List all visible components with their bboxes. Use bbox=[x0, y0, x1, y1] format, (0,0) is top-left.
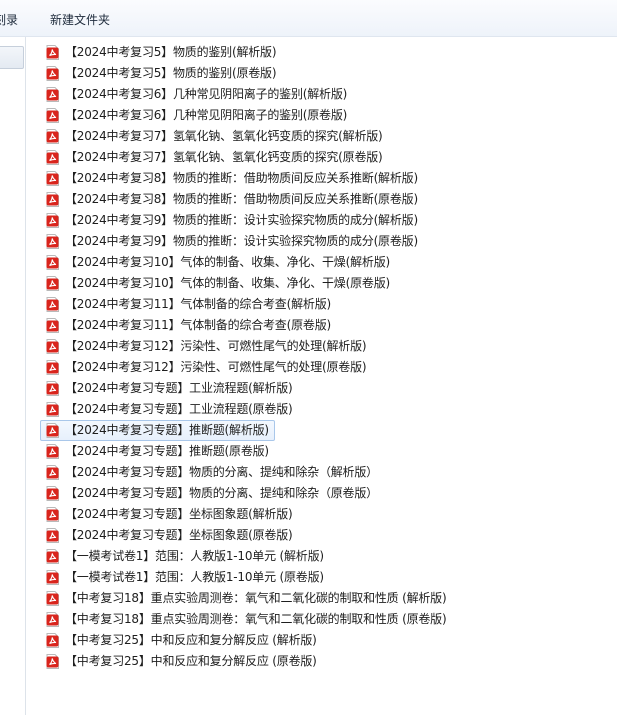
file-row[interactable]: 【2024中考复习专题】坐标图象题(原卷版) bbox=[40, 525, 610, 546]
file-row[interactable]: 【2024中考复习5】物质的鉴别(原卷版) bbox=[40, 63, 610, 84]
file-row[interactable]: 【2024中考复习10】气体的制备、收集、净化、干燥(解析版) bbox=[40, 252, 610, 273]
file-row[interactable]: 【中考复习18】重点实验周测卷：氧气和二氧化碳的制取和性质 (原卷版) bbox=[40, 609, 610, 630]
file-name: 【2024中考复习专题】推断题(原卷版) bbox=[65, 444, 269, 458]
file-name: 【中考复习25】中和反应和复分解反应 (解析版) bbox=[65, 633, 317, 647]
file-row[interactable]: 【2024中考复习8】物质的推断：借助物质间反应关系推断(解析版) bbox=[40, 168, 610, 189]
pdf-icon bbox=[46, 213, 59, 228]
burn-button[interactable]: 刻录 bbox=[0, 11, 18, 28]
file-name: 【2024中考复习专题】坐标图象题(解析版) bbox=[65, 507, 293, 521]
file-name: 【2024中考复习5】物质的鉴别(原卷版) bbox=[65, 66, 277, 80]
file-row[interactable]: 【2024中考复习7】氢氧化钠、氢氧化钙变质的探究(原卷版) bbox=[40, 147, 610, 168]
pdf-icon bbox=[46, 486, 59, 501]
file-row[interactable]: 【2024中考复习12】污染性、可燃性尾气的处理(原卷版) bbox=[40, 357, 610, 378]
pdf-icon bbox=[46, 423, 59, 438]
file-row[interactable]: 【2024中考复习9】物质的推断：设计实验探究物质的成分(原卷版) bbox=[40, 231, 610, 252]
file-name: 【2024中考复习10】气体的制备、收集、净化、干燥(原卷版) bbox=[65, 276, 390, 290]
file-name: 【2024中考复习专题】推断题(解析版) bbox=[65, 423, 269, 437]
pdf-icon bbox=[46, 465, 59, 480]
pdf-icon bbox=[46, 45, 59, 60]
new-folder-button[interactable]: 新建文件夹 bbox=[50, 11, 110, 28]
file-row[interactable]: 【2024中考复习10】气体的制备、收集、净化、干燥(原卷版) bbox=[40, 273, 610, 294]
file-row[interactable]: 【2024中考复习专题】推断题(解析版) bbox=[40, 420, 610, 441]
pdf-icon bbox=[46, 66, 59, 81]
file-name: 【一模考试卷1】范围：人教版1-10单元 (原卷版) bbox=[65, 570, 324, 584]
file-name: 【2024中考复习6】几种常见阴阳离子的鉴别(原卷版) bbox=[65, 108, 348, 122]
pdf-icon bbox=[46, 381, 59, 396]
file-name: 【2024中考复习9】物质的推断：设计实验探究物质的成分(解析版) bbox=[65, 213, 418, 227]
pdf-icon bbox=[46, 297, 59, 312]
pdf-icon bbox=[46, 87, 59, 102]
file-row[interactable]: 【2024中考复习专题】物质的分离、提纯和除杂（解析版） bbox=[40, 462, 610, 483]
file-name: 【2024中考复习7】氢氧化钠、氢氧化钙变质的探究(解析版) bbox=[65, 129, 383, 143]
file-row[interactable]: 【2024中考复习11】气体制备的综合考查(原卷版) bbox=[40, 315, 610, 336]
file-name: 【2024中考复习专题】坐标图象题(原卷版) bbox=[65, 528, 293, 542]
file-row[interactable]: 【2024中考复习9】物质的推断：设计实验探究物质的成分(解析版) bbox=[40, 210, 610, 231]
command-bar: 刻录 新建文件夹 bbox=[0, 0, 617, 37]
file-list: 【2024中考复习5】物质的鉴别(解析版) 【2024中考复习5】物质的鉴别(原卷… bbox=[40, 42, 610, 672]
file-row[interactable]: 【2024中考复习8】物质的推断：借助物质间反应关系推断(原卷版) bbox=[40, 189, 610, 210]
file-name: 【2024中考复习6】几种常见阴阳离子的鉴别(解析版) bbox=[65, 87, 348, 101]
pdf-icon bbox=[46, 234, 59, 249]
pdf-icon bbox=[46, 318, 59, 333]
file-row[interactable]: 【2024中考复习专题】物质的分离、提纯和除杂（原卷版） bbox=[40, 483, 610, 504]
pdf-icon bbox=[46, 150, 59, 165]
file-row[interactable]: 【2024中考复习11】气体制备的综合考查(解析版) bbox=[40, 294, 610, 315]
pdf-icon bbox=[46, 255, 59, 270]
file-name: 【2024中考复习11】气体制备的综合考查(解析版) bbox=[65, 297, 331, 311]
file-name: 【2024中考复习8】物质的推断：借助物质间反应关系推断(原卷版) bbox=[65, 192, 418, 206]
pdf-icon bbox=[46, 129, 59, 144]
pdf-icon bbox=[46, 654, 59, 669]
file-name: 【2024中考复习5】物质的鉴别(解析版) bbox=[65, 45, 277, 59]
file-row[interactable]: 【一模考试卷1】范围：人教版1-10单元 (解析版) bbox=[40, 546, 610, 567]
file-row[interactable]: 【2024中考复习5】物质的鉴别(解析版) bbox=[40, 42, 610, 63]
file-row[interactable]: 【2024中考复习专题】工业流程题(解析版) bbox=[40, 378, 610, 399]
file-row[interactable]: 【2024中考复习专题】工业流程题(原卷版) bbox=[40, 399, 610, 420]
pdf-icon bbox=[46, 276, 59, 291]
file-name: 【2024中考复习专题】物质的分离、提纯和除杂（原卷版） bbox=[65, 486, 378, 500]
file-name: 【2024中考复习7】氢氧化钠、氢氧化钙变质的探究(原卷版) bbox=[65, 150, 383, 164]
nav-selected-item[interactable] bbox=[0, 46, 24, 69]
file-row[interactable]: 【一模考试卷1】范围：人教版1-10单元 (原卷版) bbox=[40, 567, 610, 588]
pdf-icon bbox=[46, 507, 59, 522]
file-name: 【2024中考复习12】污染性、可燃性尾气的处理(原卷版) bbox=[65, 360, 367, 374]
file-row[interactable]: 【2024中考复习7】氢氧化钠、氢氧化钙变质的探究(解析版) bbox=[40, 126, 610, 147]
file-row[interactable]: 【2024中考复习专题】推断题(原卷版) bbox=[40, 441, 610, 462]
file-name: 【2024中考复习8】物质的推断：借助物质间反应关系推断(解析版) bbox=[65, 171, 418, 185]
file-row[interactable]: 【2024中考复习专题】坐标图象题(解析版) bbox=[40, 504, 610, 525]
file-name: 【2024中考复习专题】工业流程题(解析版) bbox=[65, 381, 293, 395]
pdf-icon bbox=[46, 570, 59, 585]
file-row[interactable]: 【中考复习25】中和反应和复分解反应 (解析版) bbox=[40, 630, 610, 651]
pdf-icon bbox=[46, 339, 59, 354]
pdf-icon bbox=[46, 171, 59, 186]
file-row[interactable]: 【2024中考复习12】污染性、可燃性尾气的处理(解析版) bbox=[40, 336, 610, 357]
file-name: 【2024中考复习专题】工业流程题(原卷版) bbox=[65, 402, 293, 416]
file-row[interactable]: 【2024中考复习6】几种常见阴阳离子的鉴别(解析版) bbox=[40, 84, 610, 105]
pdf-icon bbox=[46, 549, 59, 564]
pdf-icon bbox=[46, 591, 59, 606]
file-name: 【2024中考复习9】物质的推断：设计实验探究物质的成分(原卷版) bbox=[65, 234, 418, 248]
file-name: 【2024中考复习专题】物质的分离、提纯和除杂（解析版） bbox=[65, 465, 378, 479]
file-name: 【中考复习25】中和反应和复分解反应 (原卷版) bbox=[65, 654, 317, 668]
file-name: 【中考复习18】重点实验周测卷：氧气和二氧化碳的制取和性质 (原卷版) bbox=[65, 612, 447, 626]
pdf-icon bbox=[46, 528, 59, 543]
file-name: 【中考复习18】重点实验周测卷：氧气和二氧化碳的制取和性质 (解析版) bbox=[65, 591, 447, 605]
file-row[interactable]: 【中考复习18】重点实验周测卷：氧气和二氧化碳的制取和性质 (解析版) bbox=[40, 588, 610, 609]
file-name: 【2024中考复习12】污染性、可燃性尾气的处理(解析版) bbox=[65, 339, 367, 353]
file-row[interactable]: 【中考复习25】中和反应和复分解反应 (原卷版) bbox=[40, 651, 610, 672]
file-row[interactable]: 【2024中考复习6】几种常见阴阳离子的鉴别(原卷版) bbox=[40, 105, 610, 126]
file-name: 【2024中考复习10】气体的制备、收集、净化、干燥(解析版) bbox=[65, 255, 390, 269]
pdf-icon bbox=[46, 612, 59, 627]
pdf-icon bbox=[46, 633, 59, 648]
file-name: 【2024中考复习11】气体制备的综合考查(原卷版) bbox=[65, 318, 331, 332]
pdf-icon bbox=[46, 192, 59, 207]
pdf-icon bbox=[46, 402, 59, 417]
navigation-pane[interactable] bbox=[0, 37, 26, 715]
pdf-icon bbox=[46, 108, 59, 123]
pdf-icon bbox=[46, 360, 59, 375]
pdf-icon bbox=[46, 444, 59, 459]
file-name: 【一模考试卷1】范围：人教版1-10单元 (解析版) bbox=[65, 549, 324, 563]
